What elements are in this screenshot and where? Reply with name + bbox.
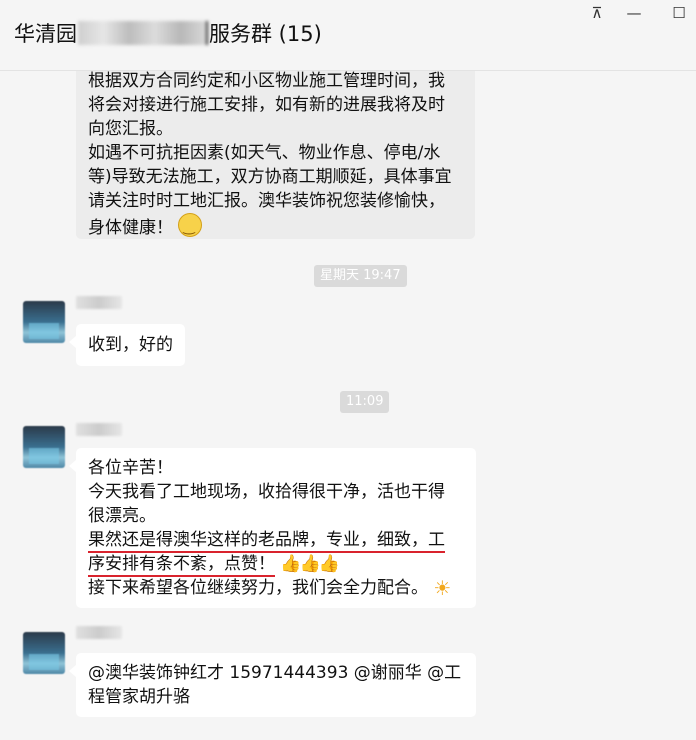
- message-bubble[interactable]: 各位辛苦！ 今天我看了工地现场，收拾得很干净，活也干得 很漂亮。 果然还是得澳华…: [69, 448, 476, 608]
- message-list[interactable]: 根据双方合同约定和小区物业施工管理时间，我 将会对接进行施工安排，如有新的进展我…: [0, 71, 696, 740]
- highlighted-text: 序安排有条不紊，点赞！: [88, 554, 275, 577]
- message-line: 今天我看了工地现场，收拾得很干净，活也干得: [88, 482, 445, 502]
- chat-title-bar: 华清园 服务群 (15) ⊼ — ☐: [0, 0, 696, 71]
- message-line: 各位辛苦！: [88, 458, 173, 478]
- message-line: 身体健康！: [88, 213, 463, 240]
- pin-icon[interactable]: ⊼: [585, 2, 609, 24]
- message-line: 序安排有条不紊，点赞！ 👍👍👍: [88, 552, 464, 577]
- message-line: 如遇不可抗拒因素(如天气、物业作息、停电/水: [88, 143, 441, 163]
- highlighted-text: 果然还是得澳华这样的老品牌，专业，细致，工: [88, 530, 445, 553]
- sender-name-redacted: [76, 423, 122, 436]
- avatar[interactable]: [23, 632, 65, 674]
- message-bubble-previous[interactable]: 根据双方合同约定和小区物业施工管理时间，我 将会对接进行施工安排，如有新的进展我…: [76, 71, 475, 239]
- message-line: 果然还是得澳华这样的老品牌，专业，细致，工: [88, 528, 464, 553]
- message-line: 请关注时时工地汇报。澳华装饰祝您装修愉快，: [88, 191, 445, 211]
- title-prefix: 华清园: [14, 22, 77, 46]
- sender-name-redacted: [76, 626, 122, 639]
- message-bubble[interactable]: 收到，好的: [69, 324, 185, 366]
- message-line: 很漂亮。: [88, 506, 156, 526]
- minimize-button[interactable]: —: [622, 2, 646, 24]
- message-bubble[interactable]: @澳华装饰钟红才 15971444393 @谢丽华 @工 程管家胡升骆: [69, 653, 476, 717]
- message-line: @澳华装饰钟红才 15971444393 @谢丽华 @工: [88, 663, 462, 683]
- timestamp: 星期天 19:47: [314, 265, 407, 287]
- thumbs-up-icon: 👍👍👍: [280, 554, 339, 574]
- message-line: 向您汇报。: [88, 119, 173, 139]
- sender-name-redacted: [76, 296, 122, 309]
- message-line: 等)导致无法施工，双方协商工期顺延，具体事宜: [88, 167, 452, 187]
- message-line: 根据双方合同约定和小区物业施工管理时间，我: [88, 71, 445, 91]
- avatar[interactable]: [23, 301, 65, 343]
- message-line: 程管家胡升骆: [88, 687, 190, 707]
- message-text: 收到，好的: [88, 335, 173, 355]
- message-line: 接下来希望各位继续努力，我们会全力配合。 ☀: [88, 576, 452, 600]
- chat-title: 华清园 服务群 (15): [14, 18, 322, 48]
- maximize-button[interactable]: ☐: [667, 2, 691, 24]
- message-line: 将会对接进行施工安排，如有新的进展我将及时: [88, 95, 445, 115]
- avatar[interactable]: [23, 426, 65, 468]
- smile-emoji-icon: [178, 213, 203, 239]
- title-suffix: 服务群 (15): [209, 22, 322, 46]
- redacted-title-part: [78, 21, 208, 45]
- sun-icon: ☀: [433, 576, 452, 600]
- timestamp: 11:09: [340, 391, 390, 413]
